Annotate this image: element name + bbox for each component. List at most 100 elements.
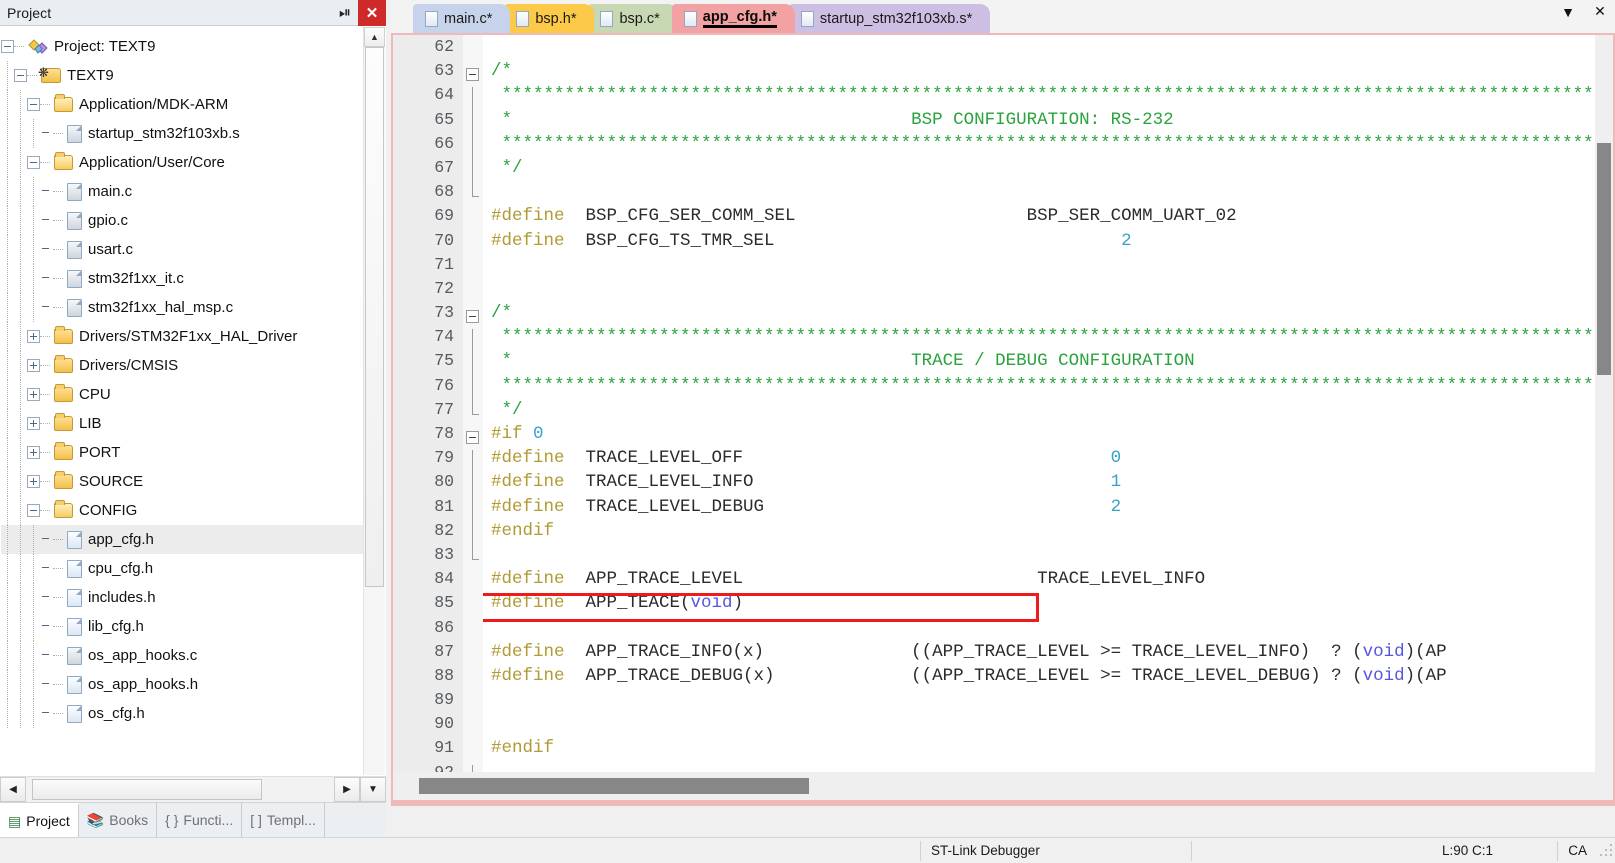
tree-item-port[interactable]: PORT xyxy=(1,438,363,467)
collapse-icon[interactable] xyxy=(1,40,14,53)
code-line[interactable]: #define TRACE_LEVEL_INFO 1 xyxy=(483,470,1595,494)
code-line[interactable]: ****************************************… xyxy=(483,325,1596,349)
code-line[interactable]: #define BSP_CFG_SER_COMM_SEL BSP_SER_COM… xyxy=(483,204,1595,228)
expand-icon[interactable] xyxy=(27,446,40,459)
code-line[interactable]: #endif xyxy=(483,519,1595,543)
code-line[interactable]: #endif xyxy=(483,736,1595,760)
expand-icon[interactable] xyxy=(27,475,40,488)
code-line[interactable] xyxy=(483,712,1595,736)
code-line[interactable]: /* xyxy=(483,301,1595,325)
code-line[interactable] xyxy=(483,277,1595,301)
code-line[interactable]: #define APP_TRACE_DEBUG(x) ((APP_TRACE_L… xyxy=(483,664,1595,688)
expand-icon[interactable] xyxy=(27,388,40,401)
tree-item-os-app-hooks-c[interactable]: os_app_hooks.c xyxy=(1,641,363,670)
tree-item-source[interactable]: SOURCE xyxy=(1,467,363,496)
code-line[interactable] xyxy=(483,616,1595,640)
code-line[interactable]: ****************************************… xyxy=(483,374,1596,398)
editor-hscroll-thumb[interactable] xyxy=(419,778,809,794)
code-folding-column[interactable] xyxy=(463,35,483,772)
resize-grip-icon[interactable] xyxy=(1597,842,1613,859)
project-tree[interactable]: Project: TEXT9 TEXT9 Application/MDK-ARM st… xyxy=(1,27,363,775)
tree-item-application-mdk-arm[interactable]: Application/MDK-ARM xyxy=(1,90,363,119)
tree-item-usart-c[interactable]: usart.c xyxy=(1,235,363,264)
code-line[interactable]: */ xyxy=(483,156,1595,180)
scroll-right-icon[interactable]: ▶ xyxy=(334,777,360,802)
hscroll-thumb[interactable] xyxy=(32,779,262,800)
tree-item-startup-stm32f103xb-s[interactable]: startup_stm32f103xb.s xyxy=(1,119,363,148)
editor-horizontal-scrollbar[interactable] xyxy=(393,772,1613,800)
editor-tab-mainc[interactable]: main.c* xyxy=(413,4,511,33)
fold-collapse-icon[interactable] xyxy=(466,431,479,445)
tree-item-drivers-stm32f1xx-hal-driver[interactable]: Drivers/STM32F1xx_HAL_Driver xyxy=(1,322,363,351)
scroll-up-icon[interactable]: ▲ xyxy=(364,27,385,47)
code-line[interactable]: #define TRACE_LEVEL_OFF 0 xyxy=(483,446,1595,470)
panel-tab-project[interactable]: ▤ Project xyxy=(0,803,79,837)
vscroll-thumb[interactable] xyxy=(365,47,384,587)
code-line[interactable] xyxy=(483,253,1595,277)
code-line[interactable]: ****************************************… xyxy=(483,132,1596,156)
tree-item-application-user-core[interactable]: Application/User/Core xyxy=(1,148,363,177)
tree-item-cpu-cfg-h[interactable]: cpu_cfg.h xyxy=(1,554,363,583)
code-text-area[interactable]: /* *************************************… xyxy=(483,35,1595,772)
code-line[interactable]: #define APP_TRACE_INFO(x) ((APP_TRACE_LE… xyxy=(483,640,1595,664)
expand-icon[interactable] xyxy=(27,417,40,430)
tree-item-gpio-c[interactable]: gpio.c xyxy=(1,206,363,235)
tree-item-os-app-hooks-h[interactable]: os_app_hooks.h xyxy=(1,670,363,699)
hscroll-track[interactable] xyxy=(26,777,334,802)
code-line[interactable]: * TRACE / DEBUG CONFIGURATION xyxy=(483,349,1595,373)
collapse-icon[interactable] xyxy=(27,156,40,169)
editor-tab-appcfgh[interactable]: app_cfg.h* xyxy=(671,4,795,33)
tree-item-lib-cfg-h[interactable]: lib_cfg.h xyxy=(1,612,363,641)
scroll-left-icon[interactable]: ◀ xyxy=(0,777,26,802)
close-icon[interactable]: ✕ xyxy=(1591,3,1609,20)
code-line[interactable] xyxy=(483,761,1595,772)
collapse-icon[interactable] xyxy=(27,504,40,517)
panel-tab-templ[interactable]: [ ] Templ... xyxy=(242,803,325,837)
tree-item-app-cfg-h[interactable]: app_cfg.h xyxy=(1,525,363,554)
code-line[interactable]: #define APP_TEACE(void) xyxy=(483,591,1595,615)
panel-tab-books[interactable]: 📚 Books xyxy=(79,803,158,837)
code-line[interactable]: ****************************************… xyxy=(483,83,1596,107)
pin-icon[interactable]: ⏯ xyxy=(332,0,358,26)
code-line[interactable] xyxy=(483,688,1595,712)
code-line[interactable] xyxy=(483,35,1595,59)
tree-item-stm32f1xx-it-c[interactable]: stm32f1xx_it.c xyxy=(1,264,363,293)
editor-vertical-scrollbar[interactable] xyxy=(1595,35,1613,772)
close-icon[interactable]: ✕ xyxy=(358,0,386,26)
code-line[interactable]: #define BSP_CFG_TS_TMR_SEL 2 xyxy=(483,229,1595,253)
editor-tab-bspc[interactable]: bsp.c* xyxy=(588,4,678,33)
panel-tab-functi[interactable]: { } Functi... xyxy=(157,803,243,837)
tree-item-includes-h[interactable]: includes.h xyxy=(1,583,363,612)
tree-item-text9[interactable]: TEXT9 xyxy=(1,61,363,90)
code-line[interactable] xyxy=(483,543,1595,567)
code-line[interactable] xyxy=(483,180,1595,204)
code-line[interactable]: #if 0 xyxy=(483,422,1595,446)
tree-item-stm32f1xx-hal-msp-c[interactable]: stm32f1xx_hal_msp.c xyxy=(1,293,363,322)
tree-item-lib[interactable]: LIB xyxy=(1,409,363,438)
collapse-icon[interactable] xyxy=(14,69,27,82)
editor-tab-startupstm32f103xbs[interactable]: startup_stm32f103xb.s* xyxy=(788,4,991,33)
tree-item-main-c[interactable]: main.c xyxy=(1,177,363,206)
editor-tab-bsph[interactable]: bsp.h* xyxy=(504,4,595,33)
expand-icon[interactable] xyxy=(27,330,40,343)
code-line[interactable]: #define APP_TRACE_LEVEL TRACE_LEVEL_INFO xyxy=(483,567,1595,591)
editor-vscroll-thumb[interactable] xyxy=(1597,143,1611,375)
tree-item-drivers-cmsis[interactable]: Drivers/CMSIS xyxy=(1,351,363,380)
project-tree-horizontal-scrollbar[interactable]: ◀ ▶ ▼ xyxy=(0,776,386,802)
project-tree-vertical-scrollbar[interactable]: ▲ xyxy=(363,27,385,775)
code-line[interactable]: #define TRACE_LEVEL_DEBUG 2 xyxy=(483,495,1595,519)
expand-icon[interactable] xyxy=(27,359,40,372)
code-line[interactable]: * BSP CONFIGURATION: RS-232 xyxy=(483,108,1595,132)
collapse-icon[interactable] xyxy=(27,98,40,111)
tree-item-config[interactable]: CONFIG xyxy=(1,496,363,525)
tree-item-os-cfg-h[interactable]: os_cfg.h xyxy=(1,699,363,728)
code-line[interactable]: /* xyxy=(483,59,1595,83)
fold-collapse-icon[interactable] xyxy=(466,68,479,82)
code-line[interactable]: */ xyxy=(483,398,1595,422)
tree-item-project-text9[interactable]: Project: TEXT9 xyxy=(1,32,363,61)
scroll-down-icon[interactable]: ▼ xyxy=(360,777,386,802)
fold-collapse-icon[interactable] xyxy=(466,310,479,324)
chevron-down-icon[interactable]: ▼ xyxy=(1559,4,1577,20)
tree-item-cpu[interactable]: CPU xyxy=(1,380,363,409)
vscroll-track[interactable] xyxy=(364,47,385,775)
